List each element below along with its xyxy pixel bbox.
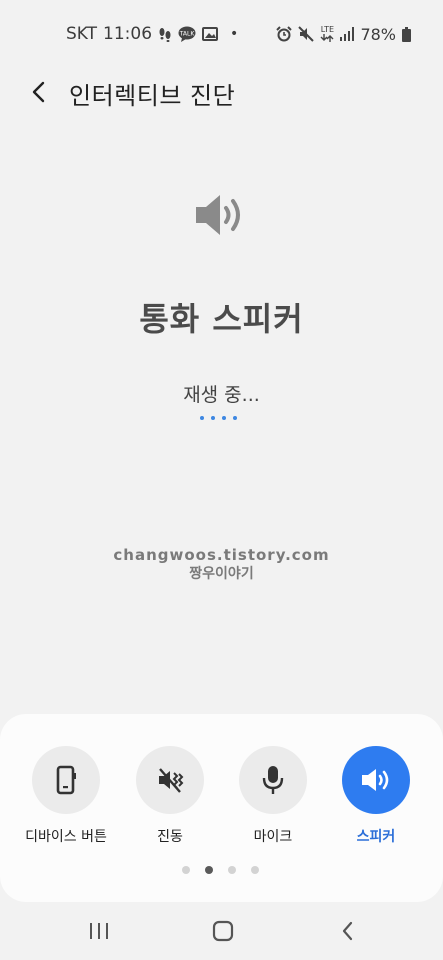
page-dot[interactable] (228, 866, 236, 874)
watermark-url: changwoos.tistory.com (113, 546, 330, 564)
progress-dot (211, 416, 215, 420)
tool-microphone[interactable]: 마이크 (223, 746, 323, 846)
tool-label: 디바이스 버튼 (25, 829, 107, 845)
app-header: 인터렉티브 진단 (0, 66, 443, 116)
navigation-bar (0, 902, 443, 960)
status-right: LTE 78% (276, 24, 411, 44)
page-indicator (182, 866, 259, 874)
mute-icon (298, 26, 315, 42)
recent-apps-icon (90, 923, 108, 939)
status-left: SKT 11:06 TALK • (66, 24, 238, 44)
tool-circle (32, 746, 100, 814)
page-title: 인터렉티브 진단 (69, 82, 236, 110)
network-type-label: LTE (320, 25, 335, 34)
gallery-icon (202, 27, 219, 41)
page-dot[interactable] (182, 866, 190, 874)
alarm-icon (276, 26, 293, 42)
tool-label: 스피커 (356, 829, 396, 845)
signal-icon (340, 27, 355, 41)
page-dot[interactable] (251, 866, 259, 874)
microphone-icon (262, 766, 284, 794)
watermark: changwoos.tistory.com 짱우이야기 (0, 546, 443, 584)
speaker-hero-icon (192, 190, 250, 240)
back-icon (342, 921, 353, 941)
status-bar: SKT 11:06 TALK • LTE 78% (0, 0, 443, 66)
battery-percent: 78% (360, 24, 396, 44)
tool-device-button[interactable]: 디바이스 버튼 (16, 746, 116, 846)
tool-circle (342, 746, 410, 814)
lte-icon: LTE (320, 26, 334, 42)
notification-dot: • (230, 26, 239, 42)
footsteps-icon (158, 26, 172, 42)
watermark-name: 짱우이야기 (189, 566, 254, 582)
back-button[interactable] (24, 78, 52, 106)
carrier-label: SKT (66, 24, 98, 44)
talk-icon: TALK (178, 26, 196, 42)
progress-dot (233, 416, 237, 420)
device-button-icon (56, 765, 76, 795)
battery-icon (402, 26, 411, 42)
tool-speaker[interactable]: 스피커 (326, 746, 426, 846)
tool-label: 마이크 (253, 829, 293, 845)
speaker-icon (362, 769, 389, 791)
playback-status: 재생 중... (183, 384, 260, 406)
tool-vibration[interactable]: 진동 (120, 746, 220, 846)
nav-back-button[interactable] (332, 916, 362, 946)
svg-text:TALK: TALK (179, 31, 196, 38)
home-icon (212, 920, 234, 942)
tool-label: 진동 (157, 829, 183, 845)
progress-dot (200, 416, 204, 420)
tool-panel: 디바이스 버튼 진동 마이크 스피커 (0, 714, 443, 902)
chevron-left-icon (32, 81, 45, 103)
home-button[interactable] (208, 916, 238, 946)
tool-circle (136, 746, 204, 814)
recent-apps-button[interactable] (84, 916, 114, 946)
test-title: 통화 스피커 (139, 300, 304, 338)
page-dot-active[interactable] (205, 866, 213, 874)
vibration-off-icon (159, 768, 184, 793)
tool-circle (239, 746, 307, 814)
progress-dot (222, 416, 226, 420)
progress-indicator (200, 416, 237, 420)
clock: 11:06 (103, 24, 153, 44)
